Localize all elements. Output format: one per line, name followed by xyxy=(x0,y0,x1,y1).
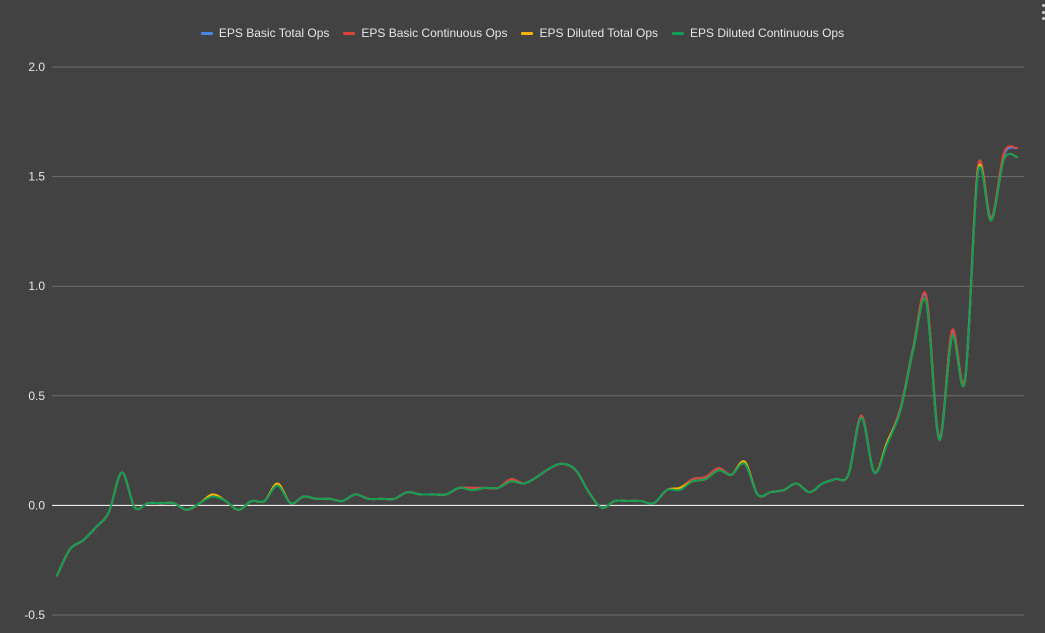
series-line-eps-diluted-continuous-ops[interactable] xyxy=(56,152,1018,577)
line-chart-plot: 2.0 1.5 1.0 0.5 0.0 -0.5 xyxy=(24,60,1024,622)
y-tick-label: 0.5 xyxy=(28,389,45,403)
y-tick-label: 1.0 xyxy=(28,279,45,293)
y-tick-label: -0.5 xyxy=(24,608,45,622)
series-line-eps-basic-total-ops[interactable] xyxy=(56,146,1018,577)
y-tick-label: 2.0 xyxy=(28,60,45,74)
y-tick-label: 0.0 xyxy=(28,498,45,512)
series-line-eps-diluted-total-ops[interactable] xyxy=(56,152,1018,577)
chart-container: EPS Basic Total Ops EPS Basic Continuous… xyxy=(0,0,1045,633)
series-line-eps-basic-continuous-ops[interactable] xyxy=(56,145,1018,577)
y-tick-label: 1.5 xyxy=(28,170,45,184)
